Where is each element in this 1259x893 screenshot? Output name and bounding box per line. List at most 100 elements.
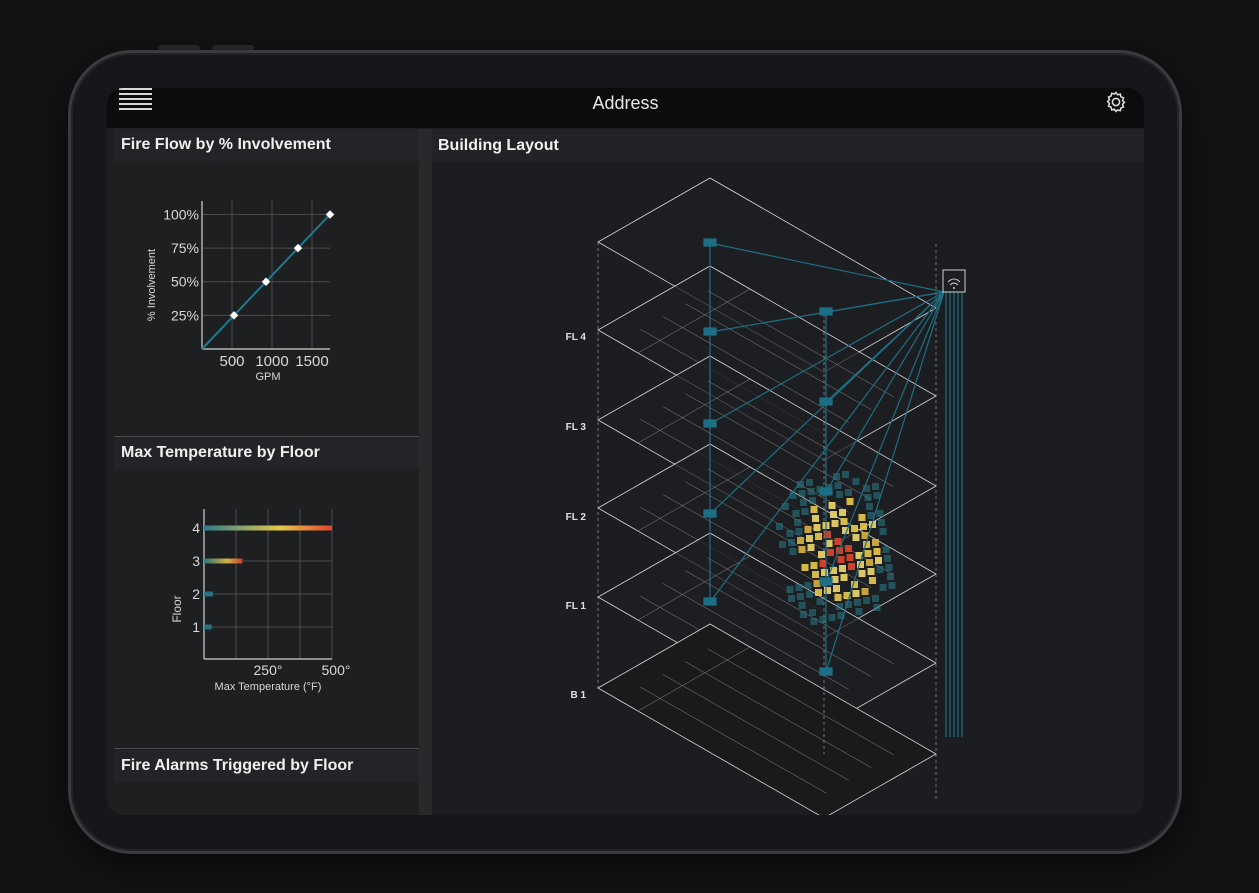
heat-cell: [806, 479, 813, 486]
floor-label: FL 3: [566, 422, 587, 433]
heat-cell: [858, 514, 866, 521]
heat-cell: [776, 523, 783, 530]
heat-cell: [872, 539, 879, 546]
heat-cell: [795, 584, 803, 591]
heat-cell: [815, 589, 822, 596]
heat-cell: [798, 546, 806, 553]
heat-cell: [837, 556, 845, 563]
y-tick-label: 1: [192, 619, 200, 635]
heat-cell: [852, 478, 860, 485]
heat-cell: [836, 491, 843, 498]
bar: [204, 591, 213, 597]
heat-cell: [797, 593, 804, 600]
building-layout-title: Building Layout: [432, 129, 1144, 162]
heat-cell: [816, 598, 824, 605]
heat-cell: [852, 534, 860, 541]
x-tick-label: 500: [219, 353, 244, 370]
heat-cell: [834, 538, 842, 545]
panel-separator: [419, 129, 432, 815]
heat-cell: [867, 568, 875, 575]
y-tick-label: 100%: [163, 206, 199, 222]
heat-cell: [878, 519, 885, 526]
alarms-title: Fire Alarms Triggered by Floor: [114, 750, 419, 782]
fire-flow-title: Fire Flow by % Involvement: [114, 129, 419, 161]
heat-cell: [860, 523, 867, 530]
heat-cell: [788, 539, 795, 546]
heat-cell: [801, 564, 809, 571]
building-layout-panel: Building Layout FL 4 FL 3 FL 2 FL 1 B 1: [432, 129, 1144, 815]
top-bar: Address: [107, 88, 1144, 128]
y-tick-label: 4: [192, 520, 200, 536]
heat-cell: [866, 503, 873, 510]
heat-cell: [864, 550, 872, 557]
heat-cell: [873, 548, 881, 555]
heat-cell: [812, 515, 819, 522]
floor-label: FL 1: [566, 601, 587, 612]
heat-cell: [864, 494, 872, 501]
heat-cell: [851, 525, 858, 532]
heat-cell: [887, 573, 894, 580]
y-tick-label: 3: [192, 553, 200, 569]
heat-cell: [810, 618, 818, 625]
y-axis-label: Floor: [170, 595, 184, 622]
heat-cell: [807, 544, 815, 551]
heat-cell: [828, 502, 836, 509]
heat-cell: [794, 519, 801, 526]
heat-cell: [840, 518, 848, 525]
heat-cell: [824, 531, 831, 538]
heat-cell: [831, 520, 839, 527]
heat-cell: [810, 562, 818, 569]
heat-cell: [806, 591, 813, 598]
heat-cell: [827, 549, 834, 556]
heat-cell: [786, 530, 794, 537]
heat-cell: [858, 570, 866, 577]
x-axis-label: Max Temperature (°F): [215, 681, 322, 693]
floor-label: FL 4: [566, 332, 587, 343]
alarms-panel: Fire Alarms Triggered by Floor: [114, 750, 419, 815]
heat-cell: [848, 563, 855, 570]
gear-icon[interactable]: [1104, 90, 1128, 114]
wifi-sensor-icon[interactable]: [942, 269, 966, 293]
heat-cell: [845, 545, 852, 552]
x-tick-label: 250°: [254, 662, 283, 678]
x-axis-label: GPM: [255, 371, 280, 383]
heat-cell: [884, 555, 891, 562]
heat-cell: [821, 569, 828, 576]
y-tick-label: 75%: [171, 240, 199, 256]
heat-cell: [788, 595, 795, 602]
heat-cell: [818, 551, 825, 558]
building-layout-diagram[interactable]: FL 4 FL 3 FL 2 FL 1 B 1: [432, 162, 1144, 815]
heat-cell: [846, 554, 854, 561]
floor-label: FL 2: [566, 512, 587, 523]
heat-cell: [866, 559, 873, 566]
heat-cell: [885, 564, 893, 571]
fire-flow-chart: 500 1000 1500 25% 50% 75% 100% GPM % Involvement: [146, 201, 335, 383]
heat-cell: [809, 497, 816, 504]
heat-cell: [795, 528, 803, 535]
heat-cell: [863, 597, 870, 604]
y-tick-label: 50%: [171, 274, 199, 290]
heat-cell: [798, 490, 806, 497]
heat-cell: [800, 499, 807, 506]
floor-label: B 1: [570, 690, 586, 701]
heat-cell: [782, 503, 789, 510]
heat-cell: [854, 599, 861, 606]
heat-cell: [806, 535, 813, 542]
heat-cell: [779, 541, 786, 548]
heat-cell: [873, 604, 881, 611]
max-temp-title: Max Temperature by Floor: [114, 437, 419, 469]
bar: [204, 525, 332, 531]
heat-cell: [875, 557, 882, 564]
heat-cell: [824, 587, 831, 594]
heat-cell: [861, 588, 869, 595]
max-temp-chart: 1 2 3 4 250° 500°Max Temperature (°F) Floor: [170, 509, 350, 693]
heat-cell: [833, 585, 840, 592]
bar: [204, 624, 212, 630]
heat-cell: [830, 511, 837, 518]
heat-cell: [839, 509, 846, 516]
heat-cell: [812, 571, 819, 578]
heat-cell: [828, 614, 836, 621]
heat-cell: [807, 488, 815, 495]
y-tick-label: 2: [192, 586, 200, 602]
y-tick-label: 25%: [171, 307, 199, 323]
